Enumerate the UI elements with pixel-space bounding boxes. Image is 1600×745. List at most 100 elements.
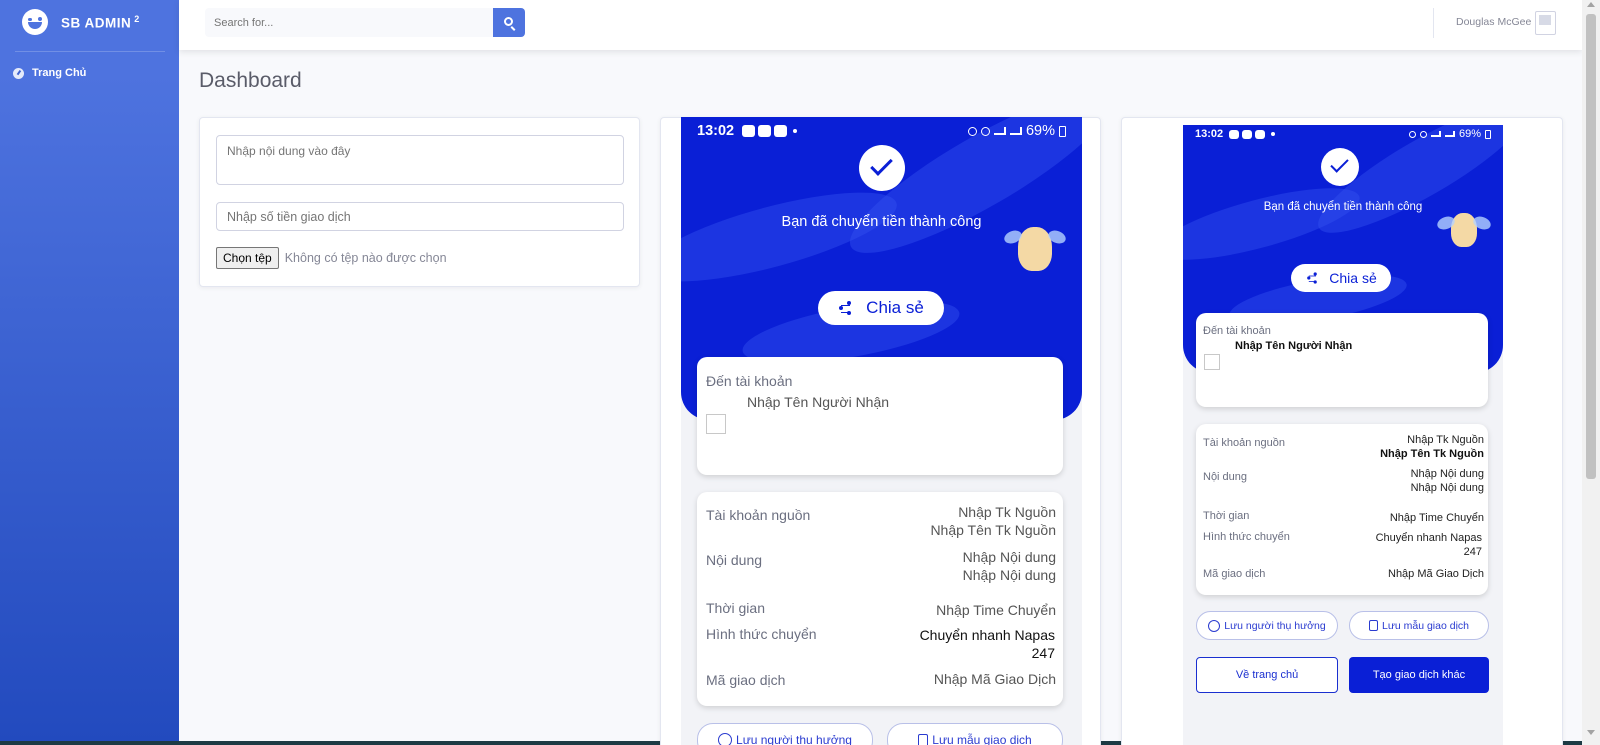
wifi-icon — [993, 127, 1006, 135]
method-value: Chuyển nhanh Napas 247 — [920, 626, 1055, 662]
choose-file-button[interactable]: Chọn tệp — [216, 247, 279, 269]
recipient-name: Nhập Tên Người Nhận — [747, 394, 890, 410]
avatar[interactable] — [1535, 11, 1556, 35]
source-account: Nhập Tk Nguồn — [1407, 434, 1484, 446]
status-bar: 13:02 69% — [1183, 125, 1503, 143]
txn-label: Mã giao dịch — [706, 672, 786, 688]
bank-logo-placeholder — [1204, 354, 1220, 370]
search-input[interactable] — [205, 8, 493, 37]
status-time: 13:02 — [697, 123, 735, 139]
recipient-name: Nhập Tên Người Nhận — [1235, 340, 1353, 352]
share-button[interactable]: Chia sẻ — [1291, 264, 1391, 292]
transaction-details-card: Tài khoản nguồn Nhập Tk Nguồn Nhập Tên T… — [697, 492, 1063, 706]
signal-icon — [1444, 131, 1455, 137]
document-icon — [1369, 620, 1378, 631]
sidebar-brand[interactable]: SB ADMIN 2 — [22, 9, 140, 35]
success-check-icon — [859, 145, 905, 191]
scrollbar-thumb[interactable] — [1586, 14, 1596, 479]
bee-mascot-icon — [1451, 213, 1477, 247]
sidebar-item-home[interactable]: Trang Chủ — [13, 67, 86, 79]
time-label: Thời gian — [706, 600, 765, 616]
save-template-label: Lưu mẫu giao dịch — [932, 733, 1032, 745]
notification-dot-icon — [793, 129, 798, 133]
success-message: Bạn đã chuyển tiền thành công — [1263, 201, 1423, 213]
scroll-up-arrow-icon[interactable] — [1587, 2, 1595, 7]
content-line: Nhập Nội dung — [962, 567, 1056, 583]
alarm-icon — [967, 126, 977, 136]
save-recipient-button[interactable]: Lưu người thụ hưởng — [1196, 611, 1338, 640]
content-line: Nhập Nội dung — [1410, 468, 1484, 480]
share-button[interactable]: Chia sẻ — [818, 291, 944, 325]
txn-value: Nhập Mã Giao Dịch — [933, 671, 1056, 687]
source-name: Nhập Tên Tk Nguồn — [930, 522, 1056, 538]
mute-icon — [1419, 130, 1427, 138]
zalo-icon — [742, 125, 756, 137]
brand-name: SB ADMIN 2 — [61, 13, 140, 31]
method-label: Hình thức chuyển — [706, 626, 817, 642]
method-line: Chuyển nhanh Napas — [1375, 532, 1482, 544]
zalo-icon — [1242, 129, 1253, 139]
success-message: Bạn đã chuyển tiền thành công — [781, 214, 982, 230]
content-value: Nhập Nội dung Nhập Nội dung — [963, 548, 1056, 584]
source-account: Nhập Tk Nguồn — [958, 504, 1056, 520]
wifi-icon — [1430, 131, 1441, 137]
file-status: Không có tệp nào được chọn — [284, 251, 447, 265]
page-title: Dashboard — [199, 69, 302, 92]
battery-level: 69% — [1025, 123, 1055, 139]
content-textarea[interactable] — [216, 135, 624, 185]
status-time: 13:02 — [1195, 128, 1224, 140]
method-line: 247 — [1031, 645, 1055, 661]
zalo-icon — [1255, 129, 1266, 139]
sidebar-divider — [15, 51, 165, 52]
to-account-label: Đến tài khoản — [706, 373, 793, 389]
sidebar: SB ADMIN 2 Trang Chủ — [0, 0, 179, 745]
battery-icon — [1485, 129, 1491, 139]
app: SB ADMIN2 Trang Chủ Douglas McGee Dashbo… — [0, 0, 1600, 745]
mute-icon — [980, 126, 990, 136]
source-value: Nhập Tk Nguồn Nhập Tên Tk Nguồn — [930, 503, 1056, 539]
share-label: Chia sẻ — [866, 298, 924, 317]
share-icon — [838, 301, 852, 315]
share-icon — [1307, 272, 1318, 283]
recipient-card: Đến tài khoản Nhập Tên Người Nhận — [697, 357, 1063, 475]
save-recipient-label: Lưu người thụ hưởng — [1224, 619, 1326, 632]
share-label: Chia sẻ — [1329, 270, 1377, 286]
method-line: Chuyển nhanh Napas — [919, 627, 1055, 643]
method-value: Chuyển nhanh Napas 247 — [1376, 531, 1482, 559]
zalo-icon — [1229, 129, 1240, 139]
topbar: Douglas McGee — [179, 0, 1582, 50]
zalo-icon — [774, 125, 788, 137]
scroll-down-arrow-icon[interactable] — [1587, 730, 1595, 735]
status-icons: 69% — [967, 123, 1066, 139]
content-line: Nhập Nội dung — [962, 549, 1056, 565]
notification-dot-icon — [1271, 132, 1276, 136]
sidebar-item-label: Trang Chủ — [32, 67, 87, 79]
save-template-button[interactable]: Lưu mẫu giao dịch — [887, 723, 1063, 745]
page-scrollbar[interactable] — [1582, 0, 1600, 745]
save-recipient-label: Lưu người thụ hưởng — [736, 733, 852, 745]
method-label: Hình thức chuyển — [1203, 531, 1290, 543]
topbar-divider — [1433, 8, 1434, 38]
time-value: Nhập Time Chuyển — [936, 602, 1056, 618]
new-transaction-button[interactable]: Tạo giao dịch khác — [1349, 657, 1489, 693]
battery-icon — [1059, 125, 1066, 137]
search-box — [205, 8, 493, 37]
bank-logo-placeholder — [706, 414, 726, 434]
transaction-details-card: Tài khoản nguồn Nhập Tk Nguồn Nhập Tên T… — [1196, 424, 1488, 595]
content-value: Nhập Nội dung Nhập Nội dung — [1411, 467, 1484, 495]
source-name: Nhập Tên Tk Nguồn — [1380, 448, 1484, 460]
search-button[interactable] — [493, 8, 525, 37]
txn-value: Nhập Mã Giao Dịch — [1388, 568, 1484, 580]
laugh-wink-icon — [22, 9, 48, 35]
method-line: 247 — [1463, 546, 1482, 558]
receipt-preview-small: 13:02 69% Bạn đã chuyển tiền thành công — [1183, 125, 1503, 745]
save-recipient-button[interactable]: Lưu người thụ hưởng — [697, 723, 873, 745]
user-name[interactable]: Douglas McGee — [1456, 16, 1531, 28]
content-line: Nhập Nội dung — [1410, 482, 1484, 494]
amount-input[interactable] — [216, 202, 624, 231]
home-button[interactable]: Về trang chủ — [1196, 657, 1338, 693]
to-account-label: Đến tài khoản — [1203, 325, 1271, 337]
status-bar: 13:02 69% — [681, 117, 1082, 145]
receipt-preview-large: 13:02 69% Bạn đã chuyển tiền thành công — [681, 117, 1082, 745]
save-template-button[interactable]: Lưu mẫu giao dịch — [1349, 611, 1489, 640]
